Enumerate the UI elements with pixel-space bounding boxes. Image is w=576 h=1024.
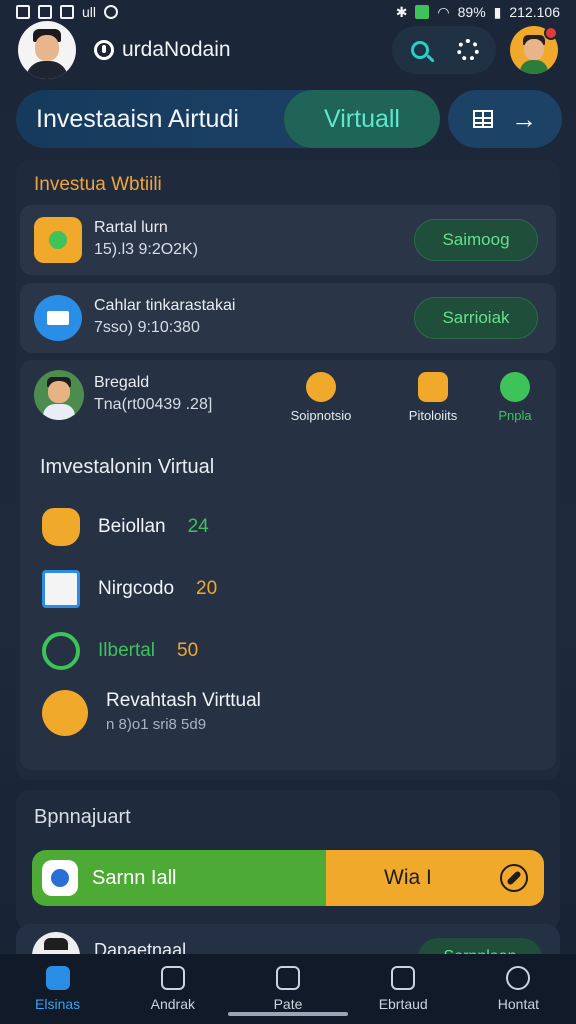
- user-avatar[interactable]: [18, 21, 76, 79]
- app-status-icon: [415, 5, 430, 19]
- compass-icon: [500, 864, 528, 892]
- bottom-card-title: Bpnnajuart: [34, 806, 131, 828]
- action-label: Pnpla: [498, 408, 532, 423]
- row-title: Rartal lurn: [94, 219, 168, 236]
- row-action-button[interactable]: Sarrioiak: [414, 297, 538, 339]
- item-sub: n 8)o1 sri8 5d9: [106, 716, 207, 733]
- wallet-icon: [42, 570, 80, 608]
- split-right-button[interactable]: Wia I: [326, 850, 544, 906]
- item-label: Beiollan: [98, 516, 166, 537]
- action-support[interactable]: Soipnotsio: [276, 372, 366, 423]
- row-text: Rartal lurn 15).l3 9:2O2K): [94, 219, 198, 259]
- contact-icon: [506, 966, 531, 990]
- item-count: 24: [187, 516, 209, 537]
- profile-text: Bregald Tna(rt00439 .28]: [94, 374, 212, 414]
- settings-button[interactable]: [448, 30, 488, 70]
- action-docs[interactable]: Pitoloiits: [388, 372, 478, 423]
- action-label: Pitoloiits: [408, 408, 458, 423]
- list-item[interactable]: Cahlar tinkarastakai 7sso) 9:10:380 Sarr…: [20, 283, 556, 353]
- sub-heading: Imvestalonin Virtual: [40, 456, 215, 478]
- hero-side-actions: →: [448, 90, 562, 148]
- arrow-right-icon[interactable]: →: [511, 104, 537, 135]
- app-logo-icon: [94, 40, 114, 60]
- nav-item-wallet[interactable]: Ebrtaud: [346, 954, 461, 1024]
- row-title: Cahlar tinkarastakai: [94, 297, 236, 314]
- profile-card-icon: [34, 295, 82, 341]
- nav-item-home[interactable]: Elsinas: [0, 954, 115, 1024]
- clipboard-icon: [418, 372, 448, 402]
- nav-item-contact[interactable]: Hontat: [461, 954, 576, 1024]
- item-label: Revahtash Virttual: [106, 690, 261, 711]
- list-item[interactable]: Beiollan 24: [42, 508, 209, 546]
- profile-name: Bregald: [94, 374, 150, 391]
- home-icon: [45, 966, 70, 990]
- investment-section: Investua Wbtiili Rartal lurn 15).l3 9:2O…: [16, 160, 560, 780]
- people-icon: [500, 372, 530, 402]
- row-sub: 7sso) 9:10:380: [94, 319, 200, 336]
- header-actions: [392, 26, 496, 74]
- image-icon: [60, 5, 74, 19]
- list-item[interactable]: Ilbertal 50: [42, 632, 198, 670]
- nav-label: Andrak: [150, 996, 195, 1012]
- action-people[interactable]: Pnpla: [470, 372, 560, 423]
- split-left-label: Sarnn Iall: [92, 866, 177, 889]
- nav-label: Hontat: [497, 996, 540, 1012]
- list-item[interactable]: Rartal lurn 15).l3 9:2O2K) Saimoog: [20, 205, 556, 275]
- item-count: 50: [177, 640, 199, 661]
- search-icon: [411, 41, 429, 59]
- app-name-label: urdaNodain: [122, 38, 231, 61]
- list-icon[interactable]: [473, 110, 493, 128]
- nav-label: Ebrtaud: [378, 996, 428, 1012]
- row-sub: 15).l3 9:2O2K): [94, 241, 199, 258]
- list-item[interactable]: Nirgcodo 20: [42, 570, 217, 608]
- gear-icon: [457, 39, 479, 61]
- item-label: Ilbertal: [98, 640, 156, 661]
- split-action-bar: Sarnn Iall Wia I: [32, 850, 544, 906]
- app-header: urdaNodain: [0, 18, 576, 82]
- avatar[interactable]: [34, 370, 84, 420]
- nav-label: Elsinas: [35, 996, 81, 1012]
- wallet-icon: [391, 966, 416, 990]
- profile-sub: Tna(rt00439 .28]: [94, 396, 213, 413]
- row-action-button[interactable]: Saimoog: [414, 219, 538, 261]
- list-item[interactable]: Revahtash Virttual n 8)o1 sri8 5d9: [42, 690, 261, 736]
- notification-badge: [544, 26, 558, 40]
- people-icon: [160, 966, 185, 990]
- chat-icon: [42, 860, 78, 896]
- hero-switcher: Investaaisn Airtudi Virtuall: [16, 90, 440, 148]
- action-label: Soipnotsio: [290, 408, 352, 423]
- key-icon: [34, 217, 82, 263]
- mail-icon: [16, 5, 30, 19]
- section-title: Investua Wbtiili: [34, 174, 162, 195]
- nav-label: Pate: [273, 996, 303, 1012]
- nav-item-people[interactable]: Andrak: [115, 954, 230, 1024]
- chat-icon: [306, 372, 336, 402]
- profile-wrapper: [496, 26, 558, 74]
- split-right-label: Wia I: [384, 866, 432, 889]
- investment-panel: Bregald Tna(rt00439 .28] Soipnotsio Pito…: [20, 360, 556, 770]
- shield-icon: [42, 508, 80, 546]
- item-label: Nirgcodo: [98, 578, 175, 599]
- status-circle-icon: [104, 5, 119, 19]
- split-left-button[interactable]: Sarnn Iall: [32, 850, 326, 906]
- upload-icon: [276, 966, 300, 990]
- item-text: Revahtash Virttual n 8)o1 sri8 5d9: [106, 690, 261, 733]
- row-text: Cahlar tinkarastakai 7sso) 9:10:380: [94, 297, 235, 337]
- bottom-card: Bpnnajuart Sarnn Iall Wia I: [16, 790, 560, 930]
- notification-icon: [38, 5, 52, 19]
- item-count: 20: [196, 578, 218, 599]
- hero-title[interactable]: Investaaisn Airtudi: [16, 105, 284, 134]
- refresh-icon: [42, 632, 80, 670]
- home-indicator[interactable]: [228, 1012, 348, 1016]
- app-name: urdaNodain: [94, 38, 231, 62]
- avatar: [42, 690, 88, 736]
- tab-virtual[interactable]: Virtuall: [284, 90, 440, 148]
- search-button[interactable]: [400, 30, 440, 70]
